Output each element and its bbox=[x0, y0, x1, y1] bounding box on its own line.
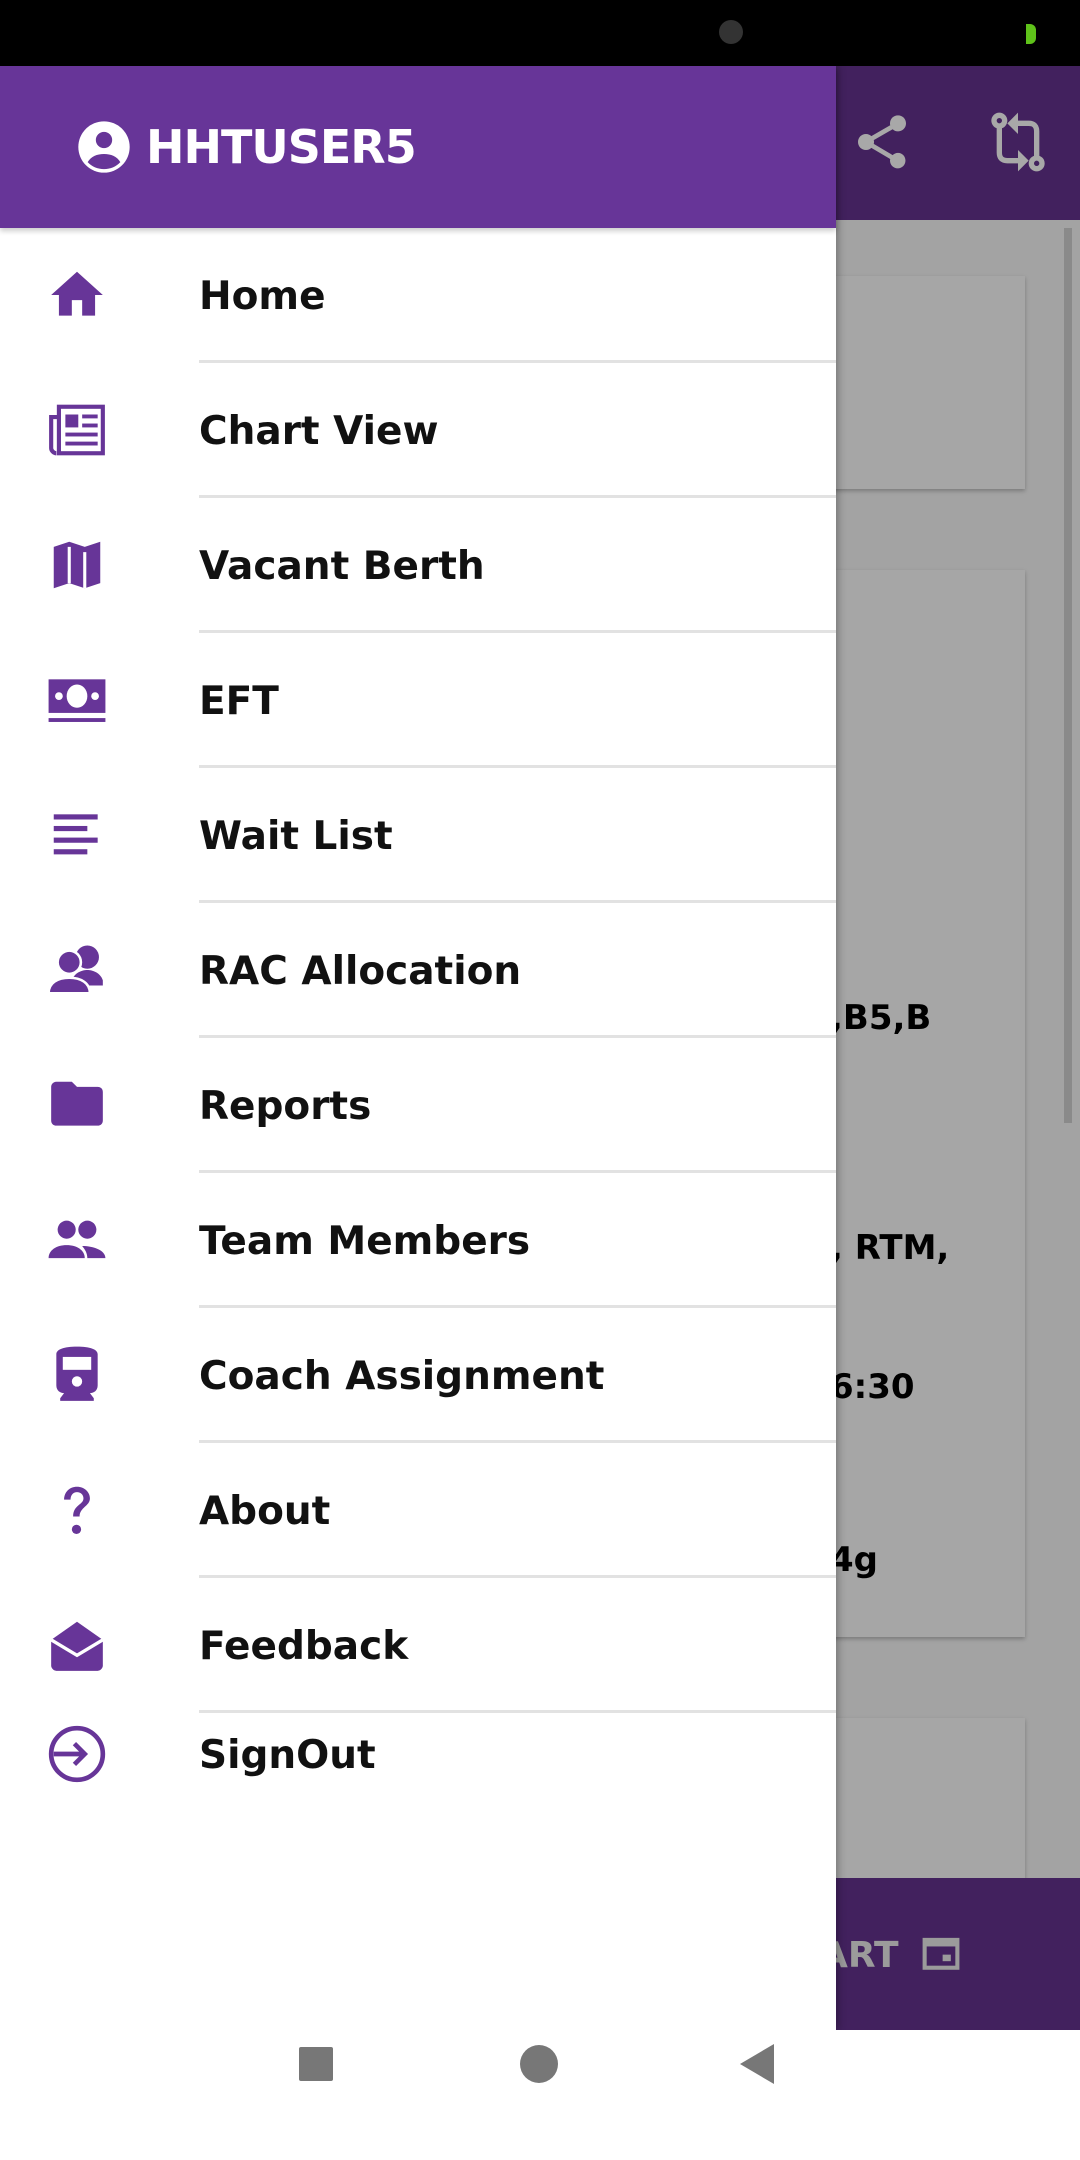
drawer-item-label: Vacant Berth bbox=[199, 544, 485, 589]
status-bar bbox=[0, 0, 1080, 66]
drawer-item-signout[interactable]: SignOut bbox=[0, 1687, 836, 1822]
back-button[interactable] bbox=[740, 2044, 774, 2084]
scrollbar[interactable] bbox=[1064, 228, 1072, 1123]
drawer-item-team-members[interactable]: Team Members bbox=[0, 1173, 836, 1308]
folder-icon bbox=[51, 1081, 103, 1126]
drawer-item-vacant-berth[interactable]: Vacant Berth bbox=[0, 498, 836, 633]
drawer-item-label: Chart View bbox=[199, 409, 439, 454]
list-icon bbox=[53, 814, 98, 855]
map-icon bbox=[53, 541, 101, 589]
drawer-item-label: Reports bbox=[199, 1084, 372, 1129]
account-circle-icon bbox=[78, 121, 130, 173]
drawer-item-chart-view[interactable]: Chart View bbox=[0, 363, 836, 498]
drawer-item-label: Wait List bbox=[199, 814, 393, 859]
envelope-open-icon bbox=[50, 1621, 104, 1671]
drawer-item-reports[interactable]: Reports bbox=[0, 1038, 836, 1173]
home-icon bbox=[51, 271, 103, 316]
drawer-item-label: Feedback bbox=[199, 1624, 409, 1669]
battery-icon bbox=[1026, 24, 1036, 44]
chart-button[interactable]: ART bbox=[820, 1935, 961, 1976]
drawer-item-wait-list[interactable]: Wait List bbox=[0, 768, 836, 903]
drawer-item-home[interactable]: Home bbox=[0, 228, 836, 363]
train-icon bbox=[56, 1346, 98, 1401]
drawer-item-coach-assignment[interactable]: Coach Assignment bbox=[0, 1308, 836, 1443]
drawer-item-label: Home bbox=[199, 274, 326, 319]
drawer-item-label: Coach Assignment bbox=[199, 1354, 605, 1399]
swap-icon[interactable] bbox=[986, 110, 1050, 174]
drawer-item-label: RAC Allocation bbox=[199, 949, 522, 994]
background-text: 6:30 bbox=[830, 1367, 915, 1407]
system-nav-bar bbox=[0, 2030, 1080, 2160]
drawer-item-about[interactable]: About bbox=[0, 1443, 836, 1578]
drawer-item-eft[interactable]: EFT bbox=[0, 633, 836, 768]
users-icon bbox=[47, 945, 103, 995]
username: HHTUSER5 bbox=[146, 120, 417, 174]
background-text: ,B5,B bbox=[830, 998, 932, 1038]
sign-in-icon bbox=[48, 1725, 106, 1783]
drawer-item-label: Team Members bbox=[199, 1219, 531, 1264]
team-icon bbox=[48, 1220, 106, 1259]
alarm-icon bbox=[719, 20, 743, 44]
drawer-item-rac-allocation[interactable]: RAC Allocation bbox=[0, 903, 836, 1038]
question-icon bbox=[64, 1486, 90, 1535]
drawer-item-label: SignOut bbox=[199, 1733, 376, 1778]
home-button[interactable] bbox=[520, 2045, 558, 2083]
share-icon[interactable] bbox=[850, 110, 914, 174]
background-text: , RTM, bbox=[830, 1228, 950, 1268]
calendar-icon bbox=[922, 1937, 960, 1970]
drawer-item-label: About bbox=[199, 1489, 331, 1534]
drawer-header: HHTUSER5 bbox=[0, 66, 836, 228]
navigation-drawer: HHTUSER5 Home Chart View Vacant Berth EFT Wa… bbox=[0, 66, 836, 2030]
recents-button[interactable] bbox=[299, 2047, 333, 2081]
drawer-item-label: EFT bbox=[199, 679, 279, 724]
newspaper-icon bbox=[49, 404, 105, 456]
money-icon bbox=[48, 679, 106, 722]
background-text: 4g bbox=[830, 1540, 878, 1580]
